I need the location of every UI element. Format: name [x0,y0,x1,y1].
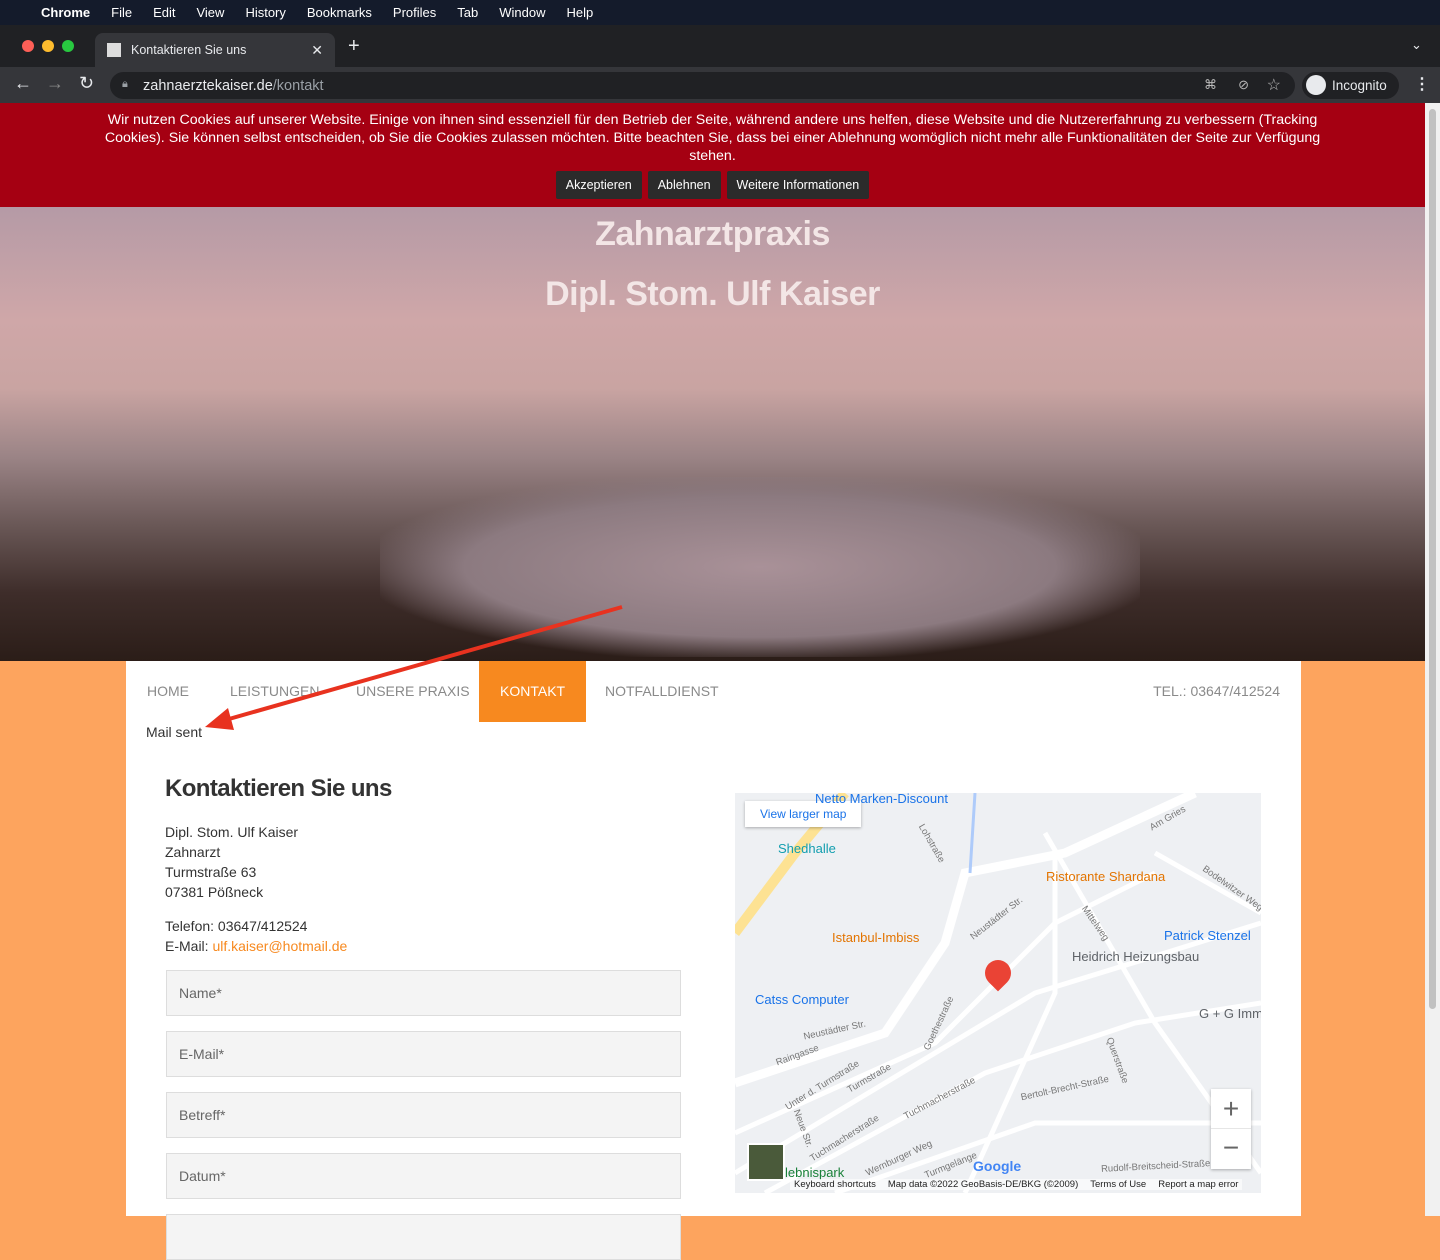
cookie-banner: Wir nutzen Cookies auf unserer Website. … [0,103,1425,207]
menu-tab[interactable]: Tab [457,5,478,20]
new-tab-icon[interactable]: + [348,35,360,58]
contact-street: Turmstraße 63 [165,864,257,880]
macos-menubar: Chrome File Edit View History Bookmarks … [0,0,1440,25]
incognito-badge[interactable]: Incognito [1302,72,1399,99]
content-panel: HOME LEISTUNGEN UNSERE PRAXIS KONTAKT NO… [126,661,1301,1260]
hero-image [380,477,1140,657]
name-input[interactable]: Name* [166,970,681,1016]
keyboard-shortcuts-link[interactable]: Keyboard shortcuts [794,1179,876,1190]
close-window-button[interactable] [22,40,34,52]
google-logo: Google [973,1158,1022,1174]
hero-banner: Zahnarztpraxis Dipl. Stom. Ulf Kaiser [0,207,1425,661]
nav-home[interactable]: HOME [147,661,189,722]
menu-edit[interactable]: Edit [153,5,175,20]
hero-title: Zahnarztpraxis [595,215,830,253]
translate-icon[interactable]: ⌘ [1204,77,1217,93]
url-path: /kontakt [272,77,324,94]
map-place[interactable]: Shedhalle [778,841,836,856]
back-icon[interactable]: ← [14,73,32,94]
tab-title: Kontaktieren Sie uns [131,43,247,57]
accept-cookies-button[interactable]: Akzeptieren [555,171,642,199]
contact-profession: Zahnarzt [165,844,221,860]
mail-sent-status: Mail sent [146,724,203,740]
page-heading: Kontaktieren Sie uns [165,775,392,802]
scrollbar-thumb[interactable] [1429,109,1436,1009]
menu-view[interactable]: View [196,5,224,20]
email-label: E-Mail: [165,938,213,954]
tab-active[interactable]: Kontaktieren Sie uns ✕ [95,33,335,67]
contact-city: 07381 Pößneck [165,884,264,900]
kebab-menu-icon[interactable]: ⋮ [1414,74,1430,94]
map-place[interactable]: Catss Computer [755,992,849,1007]
zoom-in-button[interactable]: + [1211,1089,1251,1129]
menu-window[interactable]: Window [499,5,545,20]
bookmark-star-icon[interactable]: ☆ [1267,75,1281,95]
favicon-icon [107,43,121,57]
tracking-blocked-icon[interactable]: ⊘ [1238,77,1249,93]
decline-cookies-button[interactable]: Ablehnen [647,171,721,199]
map-place[interactable]: Istanbul-Imbiss [832,930,919,945]
page-scrollbar[interactable] [1425,103,1440,1216]
more-info-button[interactable]: Weitere Informationen [726,171,870,199]
menu-file[interactable]: File [111,5,132,20]
minimize-window-button[interactable] [42,40,54,52]
map-place[interactable]: G + G Imm [1199,1006,1261,1021]
date-input[interactable]: Datum* [166,1153,681,1199]
contact-phone: Telefon: 03647/412524 [165,918,308,934]
google-map[interactable]: View larger map Netto Marken-Discount Sh… [735,793,1261,1193]
subject-input[interactable]: Betreff* [166,1092,681,1138]
incognito-icon [1306,75,1326,95]
map-data-text: Map data ©2022 GeoBasis-DE/BKG (©2009) [887,1179,1079,1190]
cookie-text: Wir nutzen Cookies auf unserer Website. … [104,112,1321,164]
satellite-toggle[interactable] [747,1143,785,1181]
nav-unsere-praxis[interactable]: UNSERE PRAXIS [356,661,470,722]
zoom-control: + − [1211,1089,1251,1169]
incognito-label: Incognito [1332,78,1387,93]
email-input[interactable]: E-Mail* [166,1031,681,1077]
close-tab-icon[interactable]: ✕ [311,42,323,59]
browser-toolbar: ← → ↻ 🔒︎ zahnaerztekaiser.de/kontakt ⌘ ⊘… [0,67,1440,103]
terms-link[interactable]: Terms of Use [1090,1179,1146,1190]
address-bar[interactable]: 🔒︎ zahnaerztekaiser.de/kontakt ⌘ ⊘ ☆ [110,72,1295,99]
url-domain: zahnaerztekaiser.de [143,77,273,94]
nav-leistungen[interactable]: LEISTUNGEN [230,661,319,722]
nav-phone: TEL.: 03647/412524 [1153,683,1280,699]
menu-app[interactable]: Chrome [41,5,90,20]
menu-history[interactable]: History [245,5,285,20]
zoom-out-button[interactable]: − [1211,1129,1251,1169]
hero-subtitle: Dipl. Stom. Ulf Kaiser [545,275,880,313]
main-nav: HOME LEISTUNGEN UNSERE PRAXIS KONTAKT NO… [126,661,1301,722]
map-place[interactable]: Ristorante Shardana [1046,869,1165,884]
maximize-window-button[interactable] [62,40,74,52]
menu-bookmarks[interactable]: Bookmarks [307,5,372,20]
map-place[interactable]: Patrick Stenzel [1164,928,1251,943]
tab-search-chevron-icon[interactable]: ⌄ [1411,37,1422,53]
menu-help[interactable]: Help [567,5,594,20]
lock-icon[interactable]: 🔒︎ [122,78,128,91]
menu-profiles[interactable]: Profiles [393,5,436,20]
tab-strip: Kontaktieren Sie uns ✕ + ⌄ [0,25,1440,67]
map-place[interactable]: Netto Marken-Discount [815,793,948,806]
map-place[interactable]: lebnispark [785,1165,844,1180]
map-attribution: Keyboard shortcuts Map data ©2022 GeoBas… [790,1179,1243,1190]
nav-kontakt[interactable]: KONTAKT [479,661,587,722]
email-link[interactable]: ulf.kaiser@hotmail.de [212,938,347,954]
forward-icon[interactable]: → [46,73,64,94]
message-input[interactable] [166,1214,681,1260]
contact-address: Dipl. Stom. Ulf Kaiser Zahnarzt Turmstra… [165,822,347,956]
reload-icon[interactable]: ↻ [79,73,94,94]
map-place[interactable]: Heidrich Heizungsbau [1072,949,1199,964]
nav-notfalldienst[interactable]: NOTFALLDIENST [605,661,719,722]
report-error-link[interactable]: Report a map error [1158,1179,1238,1190]
contact-name: Dipl. Stom. Ulf Kaiser [165,824,299,840]
